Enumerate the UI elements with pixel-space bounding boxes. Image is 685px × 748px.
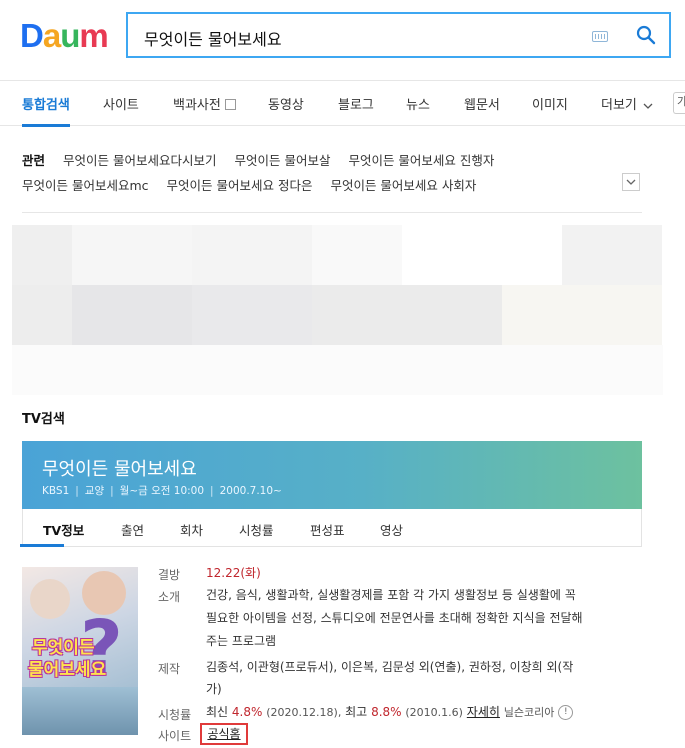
logo-letter-a: a	[42, 17, 61, 54]
tab-news[interactable]: 뉴스	[406, 94, 430, 113]
program-title[interactable]: 무엇이든 물어보세요	[42, 455, 197, 481]
rating-row: 최신 4.8% (2020.12.18), 최고 8.8% (2010.1.6)…	[206, 701, 574, 724]
intro-line: 건강, 음식, 생활과학, 실생활경제를 포함 각 가지 생활정보 등 실생활에…	[206, 588, 576, 602]
program-channel: KBS1	[42, 485, 70, 497]
logo-letter-d: D	[20, 17, 44, 54]
logo-letter-u: u	[60, 17, 80, 54]
tab-site[interactable]: 사이트	[103, 94, 139, 113]
related-item[interactable]: 무엇이든 물어보세요 정다은	[167, 178, 313, 193]
related-row-2: 무엇이든 물어보세요mc 무엇이든 물어보세요 정다은 무엇이든 물어보세요 사…	[22, 175, 476, 194]
keyboard-icon[interactable]	[592, 31, 608, 42]
related-item[interactable]: 무엇이든 물어보세요mc	[22, 178, 149, 193]
program-genre: 교양	[84, 485, 105, 497]
search-tabs: 통합검색 사이트 백과사전 동영상 블로그 뉴스 웹문서 이미지 더보기	[0, 80, 685, 126]
production-label: 제작	[158, 662, 181, 676]
active-subtab-indicator	[20, 544, 64, 547]
program-meta: KBS1 | 교양 | 월~금 오전 10:00 | 2000.7.10~	[42, 485, 282, 497]
subtab-schedule[interactable]: 편성표	[310, 520, 345, 539]
related-expand-button[interactable]	[622, 173, 640, 191]
search-input[interactable]: 무엇이든 물어보세요	[144, 26, 282, 50]
subtab-tv-info[interactable]: TV정보	[43, 520, 84, 539]
tab-integrated[interactable]: 통합검색	[22, 94, 70, 113]
rating-source: 닐슨코리아	[503, 706, 555, 719]
official-site-link[interactable]: 공식홈	[200, 723, 248, 745]
rating-more-link[interactable]: 자세히	[467, 705, 500, 719]
blurred-content	[12, 225, 663, 395]
tab-more[interactable]: 더보기	[601, 94, 653, 113]
intro-line: 주는 프로그램	[206, 634, 277, 648]
rating-latest-label: 최신	[206, 705, 229, 719]
cancel-label: 결방	[158, 568, 181, 582]
poster-title-line2: 물어보세요	[28, 660, 107, 680]
related-item[interactable]: 무엇이든 물어보세요다시보기	[63, 153, 216, 168]
tab-images[interactable]: 이미지	[532, 94, 568, 113]
subtab-cast[interactable]: 출연	[121, 520, 144, 539]
tab-more-label: 더보기	[601, 98, 637, 113]
tv-banner: 무엇이든 물어보세요 KBS1 | 교양 | 월~금 오전 10:00 | 2000.7.1…	[22, 441, 642, 509]
related-item[interactable]: 무엇이든 물어보살	[234, 153, 330, 168]
related-item[interactable]: 무엇이든 물어보세요 진행자	[348, 153, 494, 168]
encyclopedia-checkbox-icon[interactable]	[224, 99, 236, 110]
daum-logo[interactable]: Daum	[20, 17, 109, 54]
rating-max-label: 최고	[345, 705, 368, 719]
cancel-value: 12.22(화)	[206, 566, 261, 580]
tv-subtabs: TV정보 출연 회차 시청률 편성표 영상	[22, 509, 642, 547]
search-icon[interactable]	[636, 25, 656, 45]
program-start-date: 2000.7.10~	[219, 485, 282, 497]
related-row-1: 관련 무엇이든 물어보세요다시보기 무엇이든 물어보살 무엇이든 물어보세요 진…	[22, 150, 494, 169]
rating-label: 시청률	[158, 708, 192, 722]
tab-encyclopedia-label: 백과사전	[173, 98, 221, 113]
tab-video[interactable]: 동영상	[268, 94, 304, 113]
rating-max-value: 8.8%	[371, 705, 402, 719]
intro-label: 소개	[158, 590, 181, 604]
rating-max-date: (2010.1.6)	[405, 706, 463, 719]
program-poster[interactable]: ? 무엇이든 물어보세요	[22, 567, 138, 735]
section-title: TV검색	[22, 412, 65, 427]
related-item[interactable]: 무엇이든 물어보세요 사회자	[330, 178, 476, 193]
subtab-ratings[interactable]: 시청률	[239, 520, 274, 539]
search-box[interactable]: 무엇이든 물어보세요	[126, 12, 671, 58]
tab-blog[interactable]: 블로그	[338, 94, 374, 113]
chevron-down-icon	[626, 179, 636, 185]
rating-latest-date: (2020.12.18),	[266, 706, 342, 719]
subtab-episodes[interactable]: 회차	[180, 520, 203, 539]
intro-line: 필요한 아이템을 선정, 스튜디오에 전문연사를 초대해 정확한 지식을 전달해	[206, 611, 583, 625]
tab-overflow-button[interactable]: 가	[673, 92, 685, 114]
tab-webdocs[interactable]: 웹문서	[464, 94, 500, 113]
related-heading: 관련	[22, 153, 46, 168]
site-label: 사이트	[158, 729, 192, 743]
info-icon[interactable]: !	[558, 705, 574, 720]
divider	[22, 212, 642, 213]
chevron-down-icon	[643, 103, 653, 109]
program-schedule: 월~금 오전 10:00	[119, 485, 205, 497]
logo-letter-m: m	[79, 17, 108, 54]
tab-encyclopedia[interactable]: 백과사전	[173, 94, 236, 113]
subtab-video[interactable]: 영상	[380, 520, 403, 539]
production-line: 김종석, 이관형(프로듀서), 이은복, 김문성 외(연출), 권하정, 이창희…	[206, 660, 574, 674]
rating-latest-value: 4.8%	[231, 705, 263, 719]
production-line: 가)	[206, 682, 222, 696]
active-tab-indicator	[22, 124, 70, 127]
